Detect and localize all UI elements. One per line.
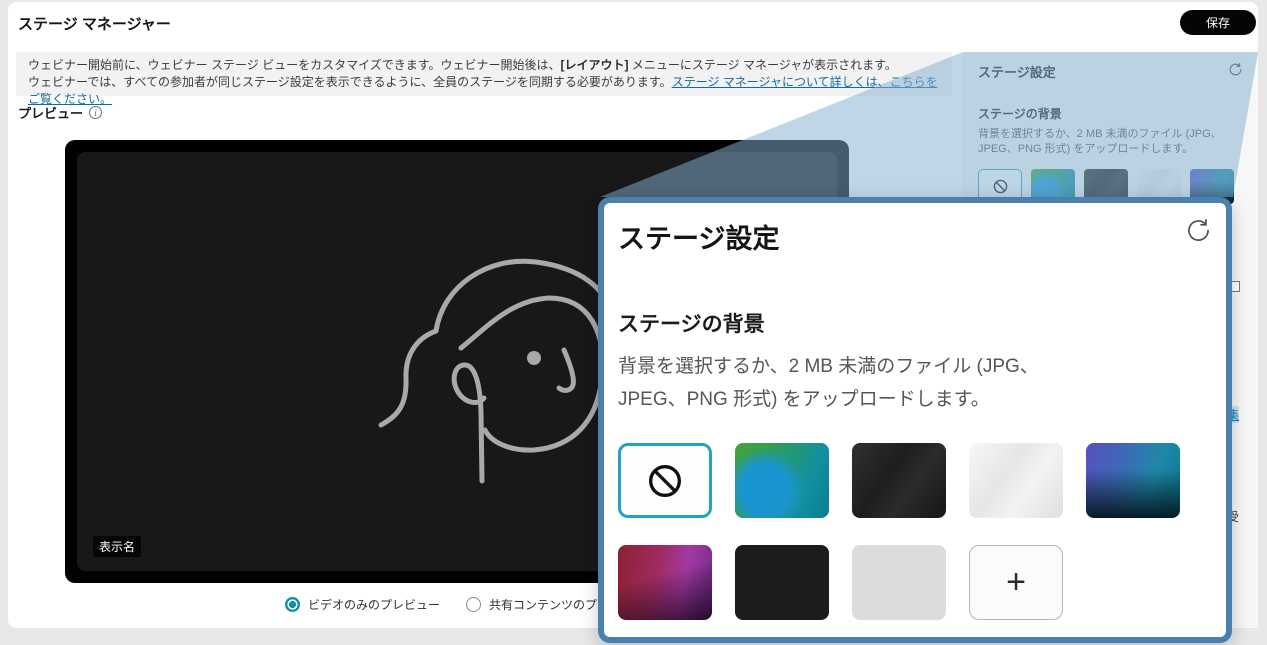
- save-button[interactable]: 保存: [1180, 10, 1256, 35]
- background-light-gray-thumbnail[interactable]: [852, 545, 946, 620]
- banner-line-2: ウェビナーでは、すべての参加者が同じステージ設定を表示できるように、全員のステー…: [28, 74, 940, 108]
- description-line: JPEG、PNG 形式) をアップロードします。: [978, 142, 1243, 157]
- magnified-panel-title: ステージ設定: [618, 217, 779, 256]
- radio-selected-icon[interactable]: [285, 597, 300, 612]
- radio-video-only-preview[interactable]: ビデオのみのプレビュー: [285, 596, 440, 613]
- description-line: 背景を選択するか、2 MB 未満のファイル (JPG、: [618, 350, 1212, 383]
- description-line: 背景を選択するか、2 MB 未満のファイル (JPG、: [978, 127, 1243, 142]
- page-header: ステージ マネージャー 保存: [8, 2, 1258, 46]
- banner-line-1: ウェビナー開始前に、ウェビナー ステージ ビューをカスタマイズできます。ウェビナ…: [28, 57, 940, 74]
- sidebar-title: ステージ設定: [978, 62, 1056, 81]
- banner-text: ウェビナー開始前に、ウェビナー ステージ ビューをカスタマイズできます。ウェビナ…: [28, 58, 561, 72]
- background-add-upload-thumbnail[interactable]: +: [969, 545, 1063, 620]
- background-light-swirl-thumbnail[interactable]: [969, 443, 1063, 518]
- background-red-magenta-thumbnail[interactable]: [618, 545, 712, 620]
- preview-label: プレビュー: [18, 103, 83, 122]
- sidebar-section-title: ステージの背景: [978, 105, 1243, 122]
- magnified-panel-header: ステージ設定: [618, 217, 1212, 256]
- page-title: ステージ マネージャー: [18, 13, 171, 34]
- sidebar-section-description: 背景を選択するか、2 MB 未満のファイル (JPG、 JPEG、PNG 形式)…: [978, 127, 1243, 157]
- banner-text: メニューにステージ マネージャが表示されます。: [629, 58, 897, 72]
- background-blue-green-thumbnail[interactable]: [735, 443, 829, 518]
- preview-label-row: プレビュー i: [18, 103, 102, 122]
- refresh-icon[interactable]: [1228, 62, 1243, 77]
- radio-unselected-icon[interactable]: [466, 597, 481, 612]
- avatar-placeholder-illustration: [335, 238, 635, 538]
- display-name-tag: 表示名: [93, 536, 141, 557]
- refresh-icon[interactable]: [1185, 217, 1212, 244]
- magnified-section-description: 背景を選択するか、2 MB 未満のファイル (JPG、 JPEG、PNG 形式)…: [618, 350, 1212, 416]
- prohibition-icon: [992, 178, 1009, 195]
- preview-mode-radio-group: ビデオのみのプレビュー共有コンテンツのプレビ: [285, 596, 621, 613]
- sidebar-header: ステージ設定: [978, 62, 1243, 81]
- background-purple-teal-thumbnail[interactable]: [1086, 443, 1180, 518]
- description-line: JPEG、PNG 形式) をアップロードします。: [618, 383, 1212, 416]
- prohibition-icon: [645, 461, 685, 501]
- banner-bold-text: [レイアウト]: [561, 58, 629, 72]
- background-dark-swirl-thumbnail[interactable]: [852, 443, 946, 518]
- background-thumbnails-row-1: [618, 443, 1212, 518]
- banner-text: ウェビナーでは、すべての参加者が同じステージ設定を表示できるように、全員のステー…: [28, 75, 672, 89]
- info-icon[interactable]: i: [89, 106, 102, 119]
- radio-label: ビデオのみのプレビュー: [308, 596, 440, 613]
- magnified-section-title: ステージの背景: [618, 308, 1212, 338]
- info-banner: ウェビナー開始前に、ウェビナー ステージ ビューをカスタマイズできます。ウェビナ…: [16, 52, 952, 96]
- stage-settings-magnified-panel: ステージ設定 ステージの背景 背景を選択するか、2 MB 未満のファイル (JP…: [598, 197, 1232, 643]
- background-none-thumbnail[interactable]: [618, 443, 712, 518]
- background-thumbnails-row-2: +: [618, 545, 1212, 620]
- background-black-thumbnail[interactable]: [735, 545, 829, 620]
